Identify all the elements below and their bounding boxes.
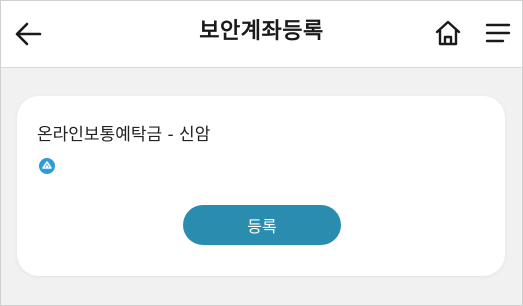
account-name: 온라인보통예탁금 - 신암: [37, 125, 211, 145]
home-icon: [435, 20, 461, 46]
home-button[interactable]: [431, 16, 465, 50]
hamburger-menu-icon: [485, 23, 511, 43]
account-card: 온라인보통예탁금 - 신암 등록: [17, 96, 505, 276]
bank-logo-icon: [39, 158, 55, 174]
app-header: 보안계좌등록: [1, 1, 522, 68]
register-button[interactable]: 등록: [183, 205, 341, 245]
menu-button[interactable]: [481, 16, 515, 50]
